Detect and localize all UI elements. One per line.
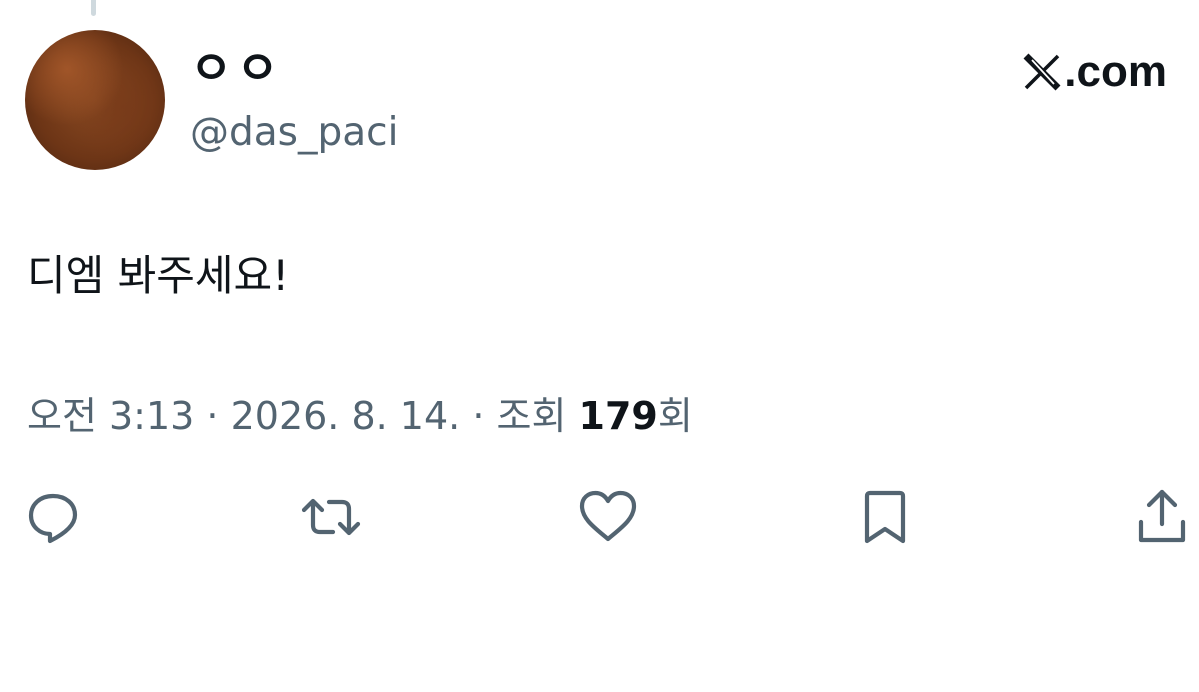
user-handle[interactable]: @das_paci: [190, 110, 398, 156]
share-button[interactable]: [1129, 484, 1195, 550]
x-logo-icon: [1023, 53, 1061, 91]
share-icon: [1138, 489, 1186, 543]
meta-separator: ·: [460, 394, 497, 438]
tweet-meta: 오전 3:13 · 2026. 8. 14. · 조회 179회: [27, 388, 693, 444]
brand-watermark: .com: [1022, 50, 1167, 94]
retweet-button[interactable]: [298, 484, 364, 550]
views-label: 조회: [496, 394, 567, 438]
retweet-icon: [301, 498, 361, 536]
brand-domain: .com: [1064, 47, 1167, 96]
like-button[interactable]: [575, 484, 641, 550]
tweet-time[interactable]: 오전 3:13: [27, 394, 194, 438]
tweet-date[interactable]: 2026. 8. 14.: [231, 394, 461, 438]
tweet-text: 디엠 봐주세요!: [27, 251, 290, 300]
meta-separator: ·: [194, 394, 231, 438]
like-icon: [579, 490, 637, 542]
views-suffix: 회: [657, 394, 693, 438]
reply-button[interactable]: [20, 484, 86, 550]
views-count: 179: [578, 394, 658, 438]
display-name[interactable]: ㅇㅇ: [190, 40, 283, 96]
thread-connector-line: [91, 0, 96, 16]
reply-icon: [28, 493, 78, 544]
bookmark-button[interactable]: [852, 484, 918, 550]
bookmark-icon: [864, 490, 906, 544]
avatar[interactable]: [25, 30, 165, 170]
